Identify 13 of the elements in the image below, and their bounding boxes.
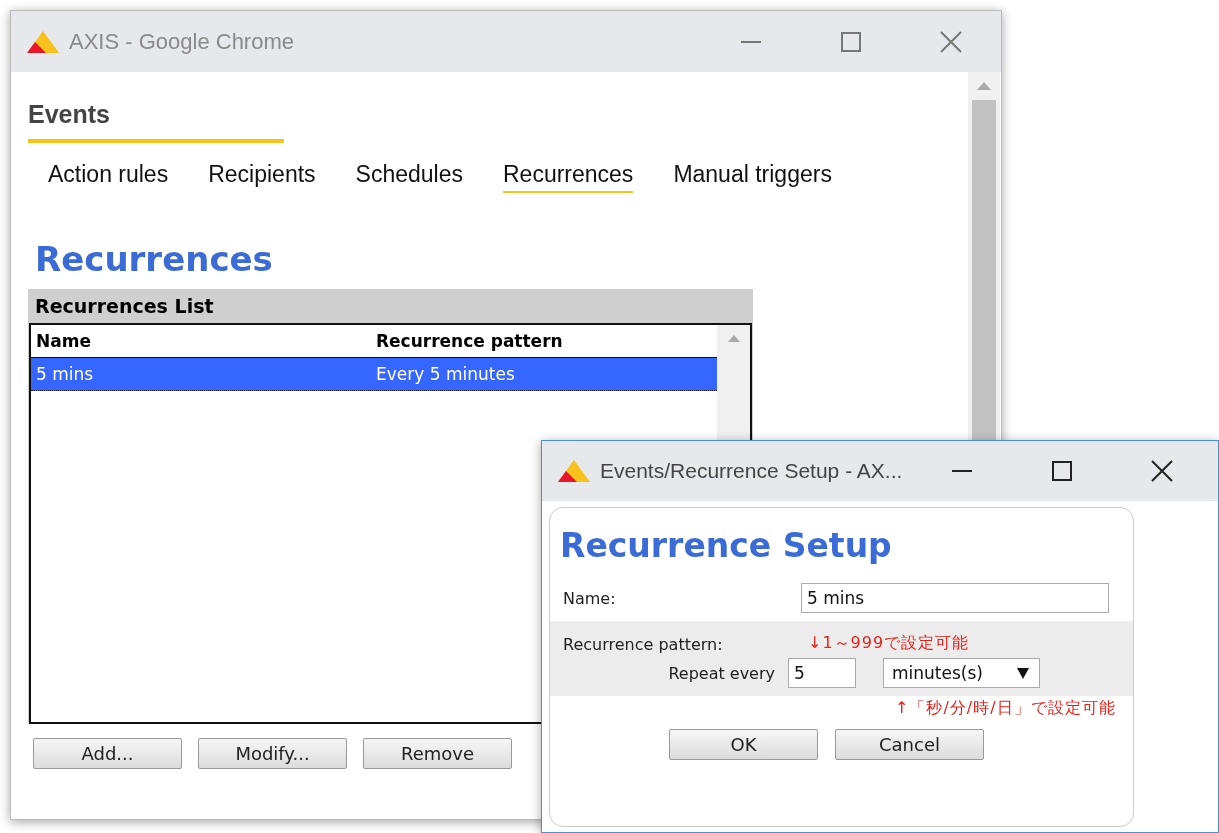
- page-heading: Recurrences: [35, 239, 273, 279]
- window-title: AXIS - Google Chrome: [69, 28, 295, 55]
- panel-title: Recurrences List: [34, 294, 215, 319]
- field-label: Repeat every: [667, 663, 776, 683]
- window-title: Events/Recurrence Setup - AX...: [600, 459, 903, 483]
- dialog-heading: Recurrence Setup: [560, 526, 892, 565]
- section-title: Events: [28, 100, 110, 129]
- table-cell-text: 5 mins: [35, 363, 95, 386]
- table-cell-text: Every 5 minutes: [375, 363, 516, 386]
- annotation-note: ↓1～999で設定可能: [808, 633, 970, 654]
- field-label: Name:: [563, 588, 617, 608]
- annotation-note: ↑「秒/分/時/日」で設定可能: [895, 698, 1116, 719]
- field-label: Recurrence pattern:: [563, 635, 724, 654]
